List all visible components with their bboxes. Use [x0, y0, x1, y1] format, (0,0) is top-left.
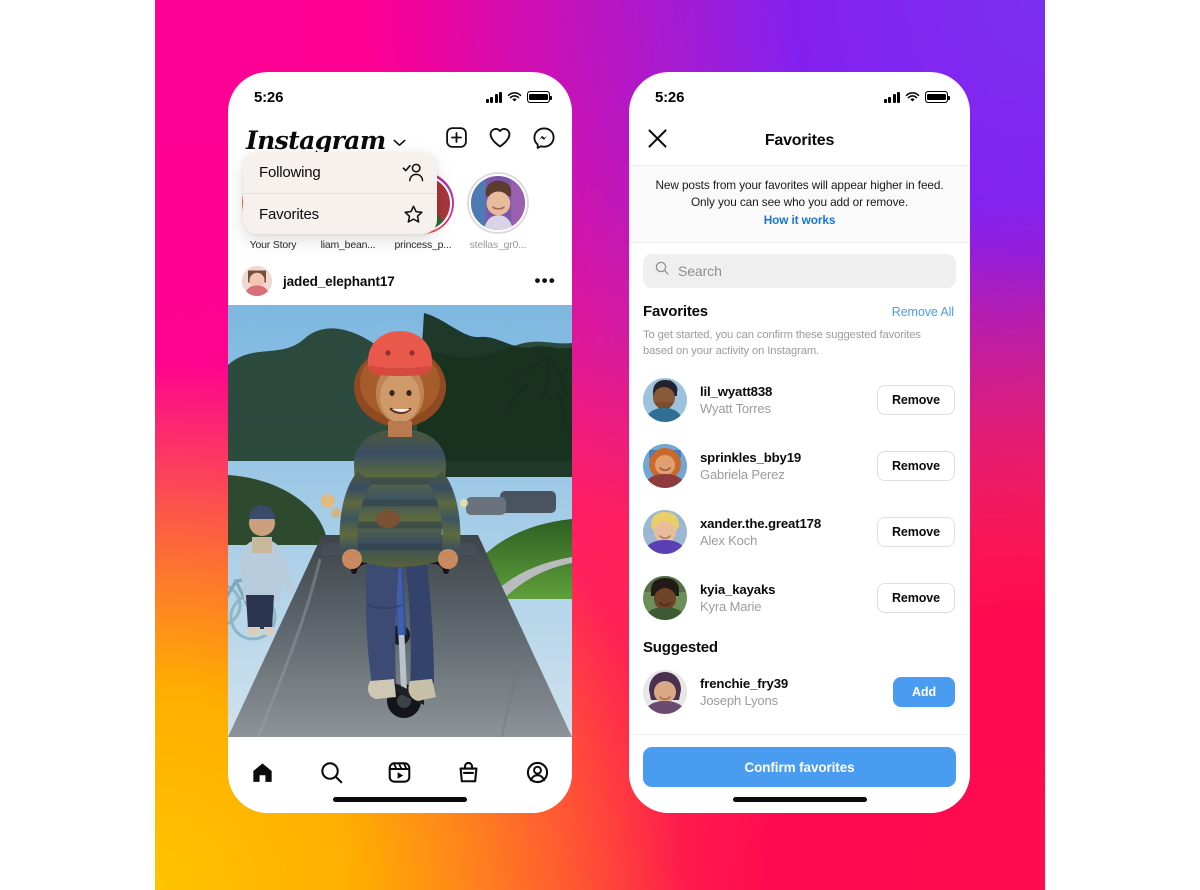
home-indicator [732, 797, 867, 802]
status-time: 5:26 [254, 88, 284, 106]
bottom-tab-bar [228, 741, 572, 813]
story-avatar [468, 173, 528, 233]
dropdown-item-label: Favorites [259, 205, 319, 223]
search-container: Search [629, 243, 970, 297]
story-ring-seen [467, 172, 529, 234]
list-item-fullname: Kyra Marie [700, 598, 762, 614]
favorites-explainer: New posts from your favorites will appea… [629, 166, 970, 243]
screenshot-canvas: 5:26 Instagram Your Story liam_bean... p… [0, 0, 1200, 890]
remove-all-button[interactable]: Remove All [892, 305, 954, 319]
list-item-text: lil_wyatt838 Wyatt Torres [700, 384, 772, 416]
phone-mockup-right: 5:26 Favorites New posts from your favor… [629, 72, 970, 813]
how-it-works-link[interactable]: How it works [764, 213, 836, 227]
list-item[interactable]: sprinkles_bby19 Gabriela Perez Remove [629, 433, 970, 499]
list-item-username: xander.the.great178 [700, 515, 822, 531]
instagram-wordmark: Instagram [246, 125, 386, 155]
avatar[interactable] [643, 443, 687, 488]
dropdown-item-label: Following [259, 164, 321, 181]
list-item-text: kyia_kayaks Kyra Marie [700, 581, 776, 614]
tab-profile[interactable] [516, 755, 560, 789]
list-item-fullname: Gabriela Perez [700, 466, 785, 482]
list-item-text: xander.the.great178 Alex Koch [700, 516, 821, 548]
cellular-signal-icon [485, 91, 502, 103]
battery-icon [925, 91, 951, 103]
list-item-username: frenchie_fry39 [700, 676, 789, 692]
star-icon [403, 204, 424, 225]
post-username[interactable]: jaded_elephant17 [283, 274, 395, 289]
battery-icon [527, 91, 553, 103]
tab-shop[interactable] [447, 755, 491, 789]
favorites-subtext: To get started, you can confirm these su… [643, 328, 921, 357]
list-item-username: lil_wyatt838 [700, 383, 773, 399]
avatar[interactable] [242, 266, 272, 296]
tab-search[interactable] [309, 755, 353, 789]
list-item[interactable]: kyia_kayaks Kyra Marie Remove [629, 565, 970, 631]
post-header: jaded_elephant17 ••• [228, 257, 572, 305]
avatar[interactable] [643, 509, 687, 554]
status-bar-left: 5:26 [228, 72, 572, 116]
section-title-favorites: Favorites [643, 302, 708, 320]
dropdown-item-favorites[interactable]: Favorites [243, 193, 437, 234]
favorites-navbar: Favorites [629, 116, 970, 166]
story-label: princess_p... [394, 239, 452, 251]
story-label: stellas_gr0... [469, 239, 527, 251]
story-label: liam_bean... [320, 239, 376, 251]
plus-square-icon[interactable] [445, 126, 468, 154]
search-placeholder: Search [678, 262, 722, 279]
avatar[interactable] [643, 670, 687, 715]
page-title: Favorites [764, 131, 835, 149]
list-item-username: sprinkles_bby19 [700, 449, 802, 465]
chevron-down-icon[interactable] [393, 134, 406, 152]
avatar[interactable] [643, 377, 687, 422]
home-indicator [333, 797, 467, 802]
tab-reels[interactable] [378, 755, 422, 789]
list-item-fullname: Alex Koch [700, 532, 758, 548]
section-title-suggested: Suggested [643, 638, 718, 656]
cellular-signal-icon [883, 91, 900, 103]
story-item[interactable]: stellas_gr0... [467, 172, 529, 251]
avatar[interactable] [643, 575, 687, 620]
heart-icon[interactable] [488, 126, 512, 154]
list-item[interactable]: frenchie_fry39 Joseph Lyons Add [629, 658, 970, 724]
explainer-line-1: New posts from your favorites will appea… [655, 178, 944, 192]
remove-button[interactable]: Remove [876, 384, 955, 415]
status-time: 5:26 [655, 88, 685, 106]
search-input[interactable]: Search [643, 253, 956, 288]
following-person-check-icon [402, 163, 424, 182]
list-item[interactable]: xander.the.great178 Alex Koch Remove [629, 499, 970, 565]
messenger-icon[interactable] [532, 126, 556, 155]
add-button[interactable]: Add [893, 677, 955, 708]
dropdown-item-following[interactable]: Following [243, 152, 437, 193]
feed-selector-dropdown: Following Favorites [243, 152, 437, 234]
close-x-icon[interactable] [647, 128, 668, 154]
list-item-username: kyia_kayaks [700, 581, 776, 597]
status-bar-right: 5:26 [629, 72, 970, 116]
remove-button[interactable]: Remove [876, 582, 955, 613]
favorites-section-header: Favorites Remove All [629, 297, 970, 322]
wifi-icon [905, 91, 920, 102]
confirm-favorites-button[interactable]: Confirm favorites [643, 747, 956, 787]
story-label: Your Story [249, 239, 297, 251]
status-indicator-group [485, 91, 553, 103]
tab-home[interactable] [240, 755, 284, 789]
list-item-fullname: Joseph Lyons [700, 693, 778, 709]
wifi-icon [507, 91, 522, 102]
list-item-text: sprinkles_bby19 Gabriela Perez [700, 450, 801, 482]
phone-mockup-left: 5:26 Instagram Your Story liam_bean... p… [228, 72, 572, 813]
post-photo[interactable] [228, 305, 572, 737]
list-item-text: frenchie_fry39 Joseph Lyons [700, 676, 788, 708]
post-more-options-button[interactable]: ••• [535, 272, 556, 288]
list-item-fullname: Wyatt Torres [700, 400, 771, 416]
list-item[interactable]: lil_wyatt838 Wyatt Torres Remove [629, 367, 970, 433]
remove-button[interactable]: Remove [876, 450, 955, 481]
status-indicator-group [883, 91, 951, 103]
confirm-footer: Confirm favorites [629, 734, 970, 813]
suggested-section-header: Suggested [629, 631, 970, 658]
remove-button[interactable]: Remove [876, 516, 955, 547]
explainer-line-2: Only you can see who you add or remove. [690, 194, 909, 209]
header-action-group [445, 126, 556, 155]
search-icon [655, 261, 669, 280]
